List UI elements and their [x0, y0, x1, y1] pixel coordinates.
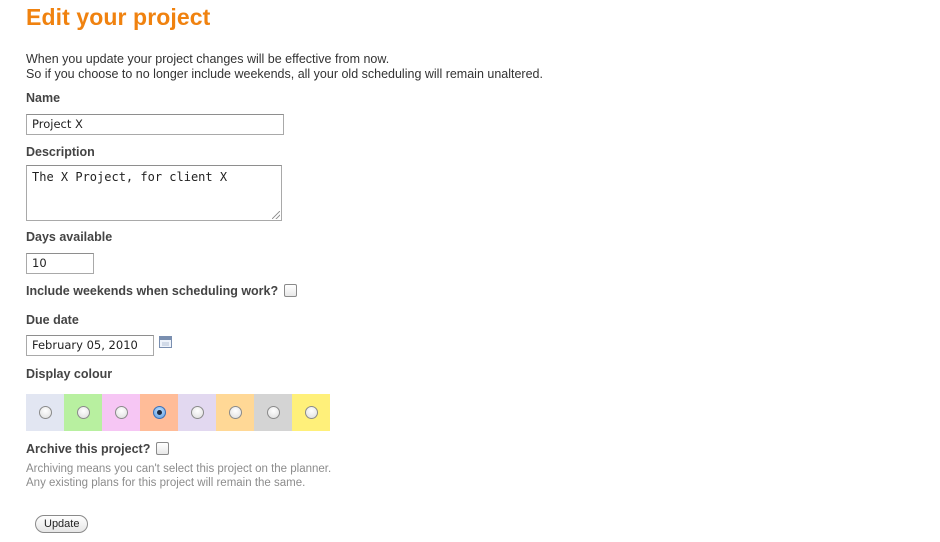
due-date-input[interactable]: February 05, 2010 [26, 335, 154, 356]
weekends-checkbox[interactable] [284, 284, 298, 298]
update-button[interactable]: Update [35, 515, 89, 533]
page-title: Edit your project [26, 4, 211, 30]
days-input[interactable]: 10 [26, 253, 94, 274]
colour-label: Display colour [26, 367, 113, 381]
colour-radio[interactable] [190, 406, 204, 419]
colour-swatch [254, 394, 292, 431]
archive-label: Archive this project? [26, 442, 151, 456]
archive-row: Archive this project? [26, 442, 170, 456]
archive-note-line-2: Any existing plans for this project will… [26, 477, 306, 489]
colour-swatch [292, 394, 330, 431]
archive-note-line-1: Archiving means you can't select this pr… [26, 463, 332, 475]
colour-swatch [102, 394, 140, 431]
description-text: The X Project, for client X [32, 170, 228, 184]
archive-checkbox[interactable] [156, 442, 170, 456]
colour-radio[interactable] [114, 406, 128, 419]
days-label: Days available [26, 230, 113, 244]
weekends-row: Include weekends when scheduling work? [26, 284, 298, 298]
colour-radio[interactable] [304, 406, 318, 419]
colour-swatch [216, 394, 254, 431]
resize-handle-icon[interactable] [272, 211, 280, 219]
colour-swatch [26, 394, 64, 431]
colour-swatch [178, 394, 216, 431]
colour-radio[interactable] [266, 406, 280, 419]
colour-swatch [140, 394, 178, 431]
colour-radio[interactable] [152, 406, 166, 419]
colour-radio[interactable] [228, 406, 242, 419]
intro-line-1: When you update your project changes wil… [26, 52, 390, 66]
calendar-icon[interactable] [159, 336, 172, 348]
colour-picker [26, 394, 330, 431]
weekends-label: Include weekends when scheduling work? [26, 284, 279, 298]
description-textarea[interactable]: The X Project, for client X [26, 165, 282, 221]
archive-note: Archiving means you can't select this pr… [26, 462, 331, 490]
description-label: Description [26, 145, 95, 159]
colour-radio[interactable] [38, 406, 52, 419]
colour-swatch [64, 394, 102, 431]
intro-text: When you update your project changes wil… [26, 52, 543, 82]
intro-line-2: So if you choose to no longer include we… [26, 67, 543, 81]
name-label: Name [26, 91, 61, 105]
name-input[interactable]: Project X [26, 114, 284, 135]
colour-radio[interactable] [76, 406, 90, 419]
due-date-label: Due date [26, 313, 79, 327]
